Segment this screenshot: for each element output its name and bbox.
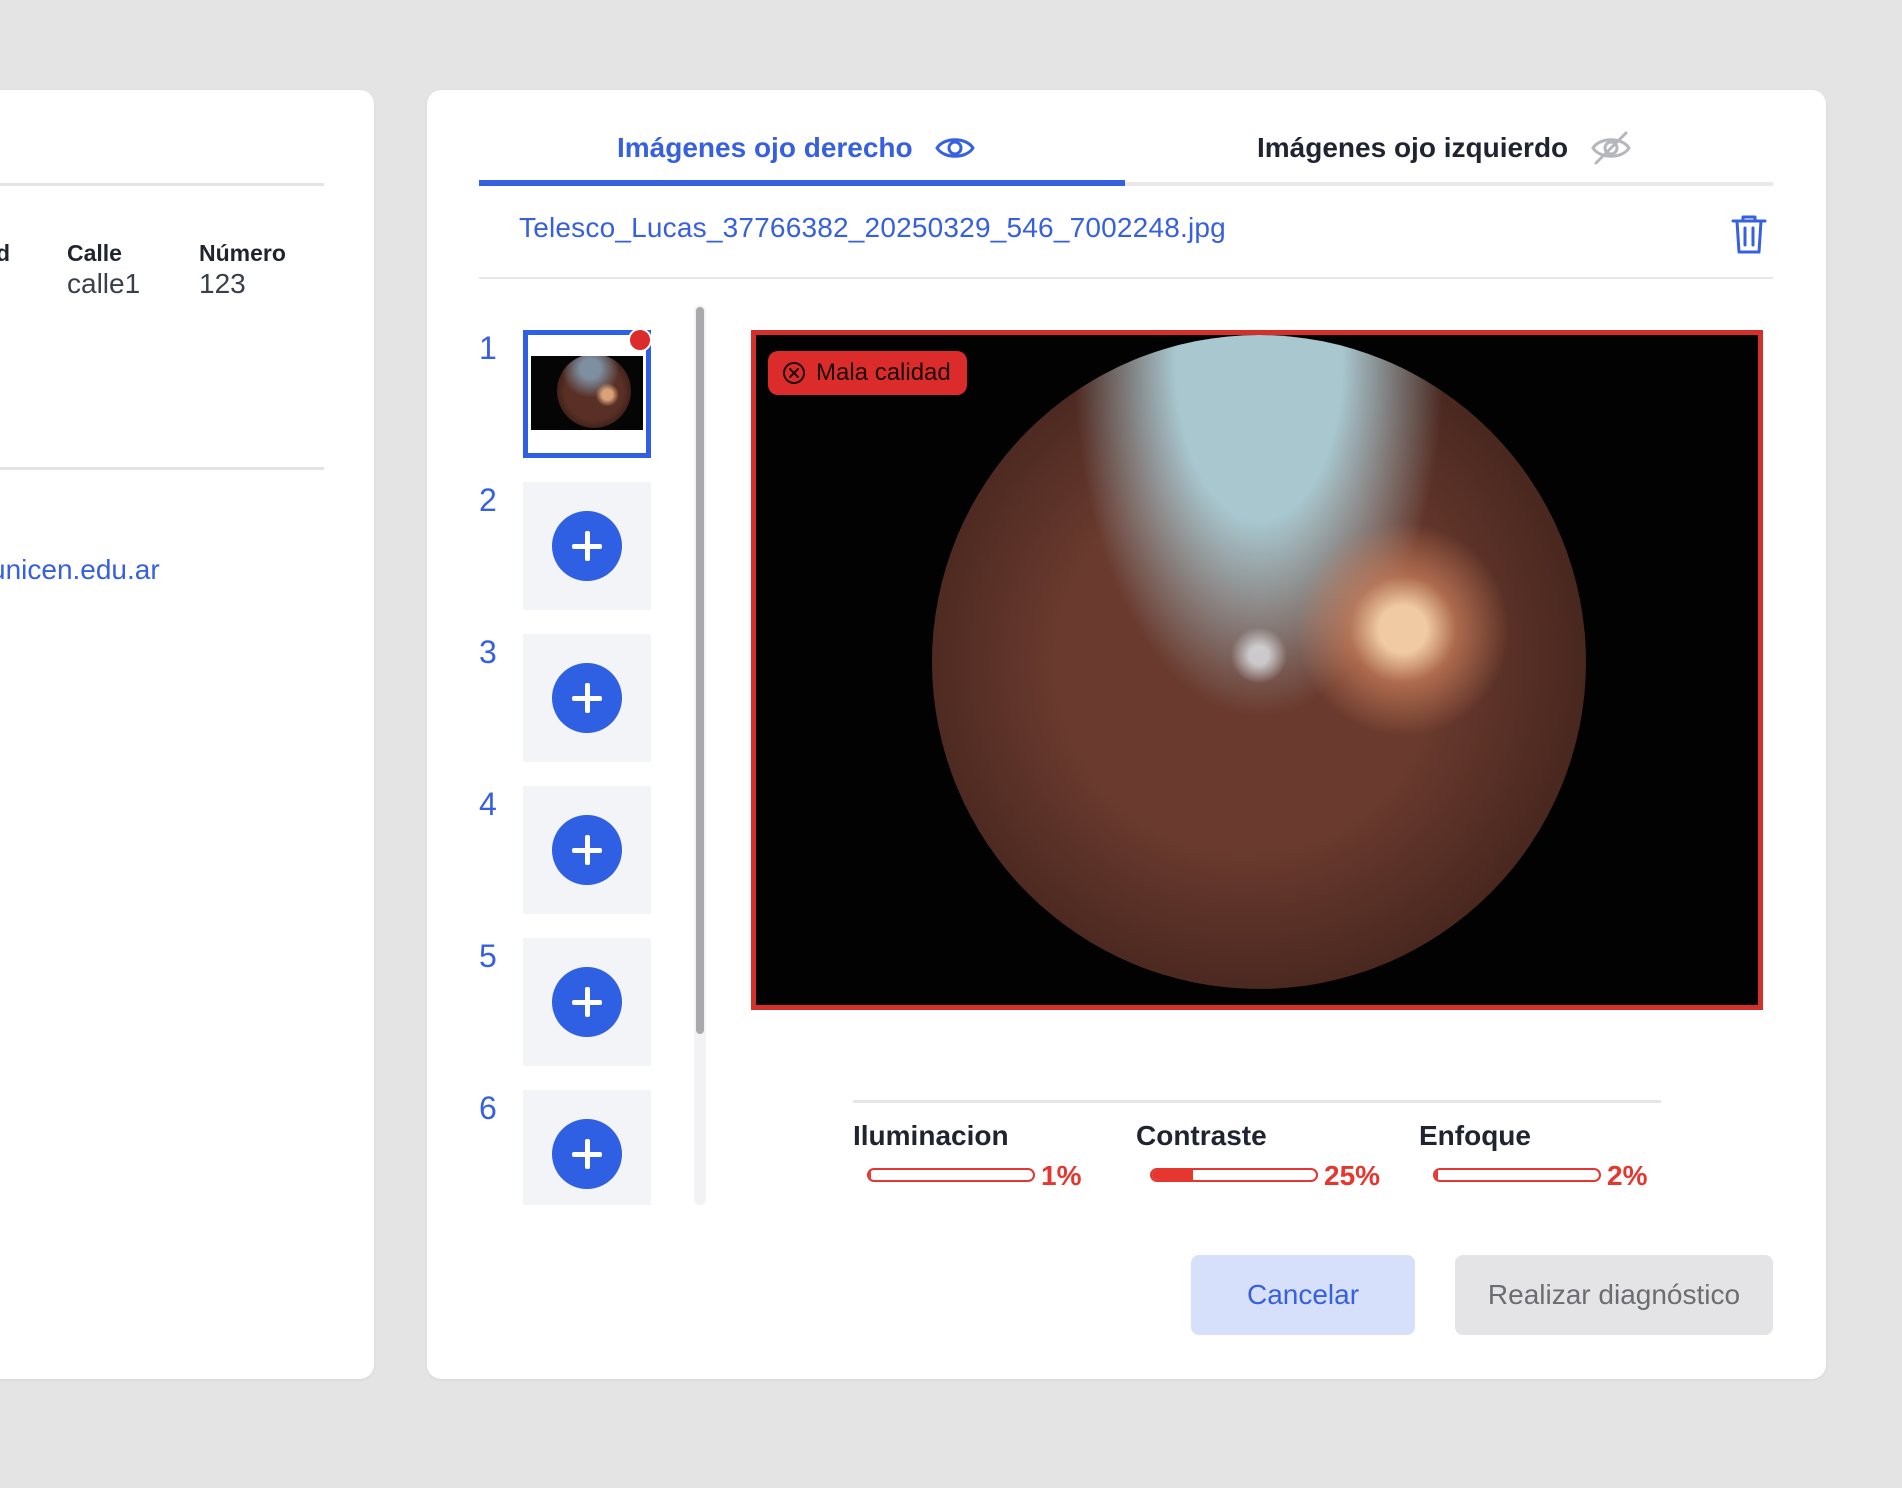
trash-icon[interactable] [1729, 212, 1769, 256]
patient-info-card: d Calle calle1 Número 123 unicen.edu.ar [0, 90, 374, 1379]
tab-left-eye[interactable]: Imágenes ojo izquierdo [1257, 118, 1632, 178]
metric-bar-fill [869, 1170, 871, 1180]
eye-off-icon [1591, 131, 1631, 165]
error-dot [628, 328, 652, 352]
street-value: calle1 [67, 268, 141, 299]
thumbnail-slot-5[interactable] [523, 938, 651, 1066]
plus-icon[interactable] [552, 1119, 622, 1189]
tab-right-eye-label: Imágenes ojo derecho [617, 132, 913, 163]
fundus-image-preview: Mala calidad [751, 330, 1763, 1010]
thumbnail-slot-2[interactable] [523, 482, 651, 610]
metric-bar-fill [1435, 1170, 1439, 1180]
cancel-button[interactable]: Cancelar [1191, 1255, 1415, 1335]
plus-icon[interactable] [552, 511, 622, 581]
thumbnail-number: 6 [479, 1090, 497, 1126]
tab-left-eye-label: Imágenes ojo izquierdo [1257, 132, 1569, 163]
divider [853, 1100, 1661, 1103]
column-label-fragment: d [0, 240, 11, 266]
thumbnail-image [531, 356, 643, 430]
active-tab-indicator [479, 180, 1125, 186]
metric-illumination: Iluminacion 1% [853, 1120, 1093, 1191]
metric-value: 2% [1607, 1160, 1648, 1191]
image-upload-card: Imágenes ojo derecho Imágenes ojo izquie… [427, 90, 1826, 1379]
number-label: Número [199, 240, 286, 266]
metric-value: 1% [1041, 1160, 1082, 1191]
metric-focus: Enfoque 2% [1419, 1120, 1659, 1191]
quality-label: Mala calidad [816, 359, 951, 386]
plus-icon[interactable] [552, 967, 622, 1037]
x-circle-icon [783, 362, 805, 384]
thumbnail-number: 4 [479, 786, 497, 822]
metric-label: Enfoque [1419, 1120, 1531, 1151]
thumbnail-number: 1 [479, 330, 497, 366]
quality-badge: Mala calidad [768, 351, 967, 395]
fundus-photo [932, 335, 1586, 989]
tab-right-eye[interactable]: Imágenes ojo derecho [617, 118, 975, 178]
scrollbar-thumb[interactable] [696, 307, 704, 1034]
plus-icon[interactable] [552, 663, 622, 733]
divider [0, 183, 324, 186]
metric-bar [1433, 1168, 1601, 1182]
plus-icon[interactable] [552, 815, 622, 885]
metric-contrast: Contraste 25% [1136, 1120, 1380, 1191]
file-name[interactable]: Telesco_Lucas_37766382_20250329_546_7002… [519, 212, 1226, 244]
thumbnail-number: 3 [479, 634, 497, 670]
metric-label: Contraste [1136, 1120, 1267, 1151]
metric-bar [867, 1168, 1035, 1182]
metric-bar-fill [1152, 1170, 1193, 1180]
metric-value: 25% [1324, 1160, 1381, 1191]
divider [479, 277, 1773, 279]
street-label: Calle [67, 240, 122, 266]
metric-label: Iluminacion [853, 1120, 1009, 1151]
metric-bar [1150, 1168, 1318, 1182]
thumbnail-number: 5 [479, 938, 497, 974]
thumbnail-slot-4[interactable] [523, 786, 651, 914]
thumbnail-slot-6[interactable] [523, 1090, 651, 1205]
number-value: 123 [199, 268, 246, 299]
email-link[interactable]: unicen.edu.ar [0, 554, 160, 586]
eye-icon [934, 138, 975, 158]
divider [0, 467, 324, 470]
thumbnail-slot-3[interactable] [523, 634, 651, 762]
diagnose-button[interactable]: Realizar diagnóstico [1455, 1255, 1773, 1335]
thumbnail-number: 2 [479, 482, 497, 518]
